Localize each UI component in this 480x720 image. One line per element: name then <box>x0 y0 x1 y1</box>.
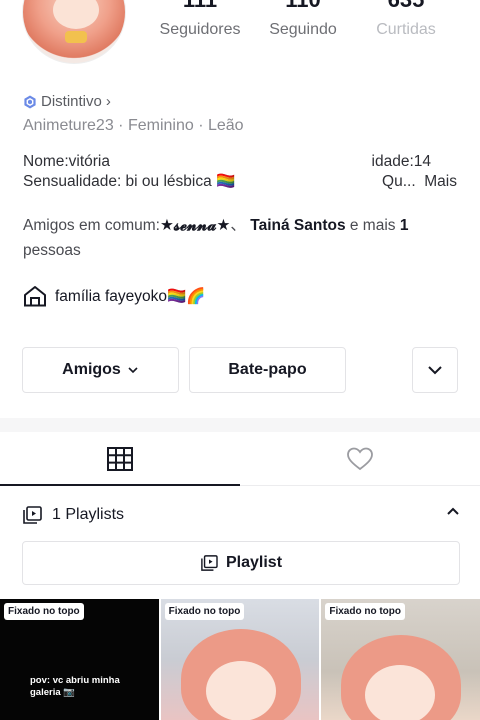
playlists-header[interactable]: 1 Playlists <box>22 504 460 526</box>
pinned-badge: Fixado no topo <box>325 603 405 620</box>
chevron-down-icon <box>428 366 442 375</box>
mutual-separator: 、 <box>230 217 246 234</box>
heart-icon <box>347 447 373 471</box>
chat-button-label: Bate-papo <box>228 361 307 378</box>
zodiac-sign: Leão <box>207 117 244 134</box>
stat-value: 111 <box>150 0 250 12</box>
friends-button[interactable]: Amigos <box>22 347 179 393</box>
stat-label: Seguidores <box>159 21 241 38</box>
pinned-badge: Fixado no topo <box>164 603 245 620</box>
mutual-friends[interactable]: Amigos em comum:★𝓼𝓮𝓷𝓷𝓪★、 Tainá Santos e … <box>23 213 463 263</box>
mutual-count: 1 <box>399 217 409 234</box>
mutual-friend: Tainá Santos <box>250 217 346 234</box>
bio-expand[interactable]: Qu... Mais <box>382 172 457 192</box>
bio-name: Nome:vitória <box>23 153 110 170</box>
stat-label: Seguindo <box>269 21 337 38</box>
playlist-button-label: Playlist <box>225 554 283 571</box>
family-link[interactable]: família fayeyoko🏳️‍🌈🌈 <box>23 285 206 307</box>
grid-icon <box>107 447 133 471</box>
avatar-bow <box>65 31 87 43</box>
badge-link[interactable]: Distintivo › <box>23 93 111 110</box>
tab-videos[interactable] <box>0 432 240 486</box>
mutual-prefix: Amigos em comum: <box>23 217 160 234</box>
avatar-face <box>53 0 99 29</box>
mutual-suffix: pessoas <box>23 242 81 259</box>
bio-age: idade:14 <box>371 153 431 170</box>
stat-followers[interactable]: 111 Seguidores <box>150 0 250 39</box>
stat-value: 635 <box>356 0 456 12</box>
gender: Feminino <box>127 117 194 134</box>
badge-icon <box>24 95 36 108</box>
badge-label: Distintivo <box>41 93 102 110</box>
video-grid: Fixado no topo pov: vc abriu minha galer… <box>0 599 480 720</box>
tab-liked[interactable] <box>240 432 480 486</box>
friends-button-label: Amigos <box>62 361 121 378</box>
profile-bio: Nome:vitória idade:14 Sensualidade: bi o… <box>23 152 463 192</box>
chat-button[interactable]: Bate-papo <box>189 347 346 393</box>
bio-orientation: Sensualidade: bi ou lésbica 🏳️‍🌈 <box>23 173 236 190</box>
thumbnail-art <box>365 665 436 720</box>
content-tabs <box>0 432 480 486</box>
playlist-icon <box>201 555 218 571</box>
section-divider <box>0 418 480 432</box>
chevron-down-icon <box>128 367 138 374</box>
active-tab-indicator <box>0 484 240 486</box>
stat-likes[interactable]: 635 Curtidas <box>356 0 456 39</box>
bio-truncated: Qu... <box>382 173 416 190</box>
bio-line-2: Sensualidade: bi ou lésbica 🏳️‍🌈 Qu... M… <box>23 172 463 192</box>
bio-more-button[interactable]: Mais <box>424 173 457 190</box>
stat-value: 110 <box>253 0 353 12</box>
video-caption: pov: vc abriu minha galeria 📷 <box>30 675 120 698</box>
video-thumbnail[interactable]: Fixado no topo pov: vc abriu minha galer… <box>0 599 159 720</box>
video-thumbnail[interactable]: Fixado no topo <box>321 599 480 720</box>
stat-label: Curtidas <box>376 21 436 38</box>
house-icon <box>24 286 46 307</box>
bio-line-1: Nome:vitória idade:14 <box>23 152 463 172</box>
more-options-button[interactable] <box>412 347 458 393</box>
chevron-right-icon: › <box>105 93 111 110</box>
meta-separator: · <box>113 117 128 134</box>
pinned-badge: Fixado no topo <box>4 603 84 620</box>
profile-meta: Animeture23 · Feminino · Leão <box>23 117 244 135</box>
username: Animeture23 <box>23 117 114 134</box>
playlist-icon <box>23 506 42 524</box>
playlist-button[interactable]: Playlist <box>22 541 460 585</box>
stat-following[interactable]: 110 Seguindo <box>253 0 353 39</box>
mutual-friend: ★𝓼𝓮𝓷𝓷𝓪★ <box>159 217 231 234</box>
playlists-count: 1 Playlists <box>52 506 125 523</box>
meta-separator: · <box>193 117 208 134</box>
family-label: família fayeyoko🏳️‍🌈🌈 <box>55 287 206 305</box>
chevron-up-icon[interactable] <box>446 506 460 516</box>
video-thumbnail[interactable]: Fixado no topo <box>160 599 320 720</box>
profile-avatar[interactable] <box>22 0 126 64</box>
mutual-and-more: e mais <box>345 217 400 234</box>
thumbnail-art <box>205 661 276 720</box>
